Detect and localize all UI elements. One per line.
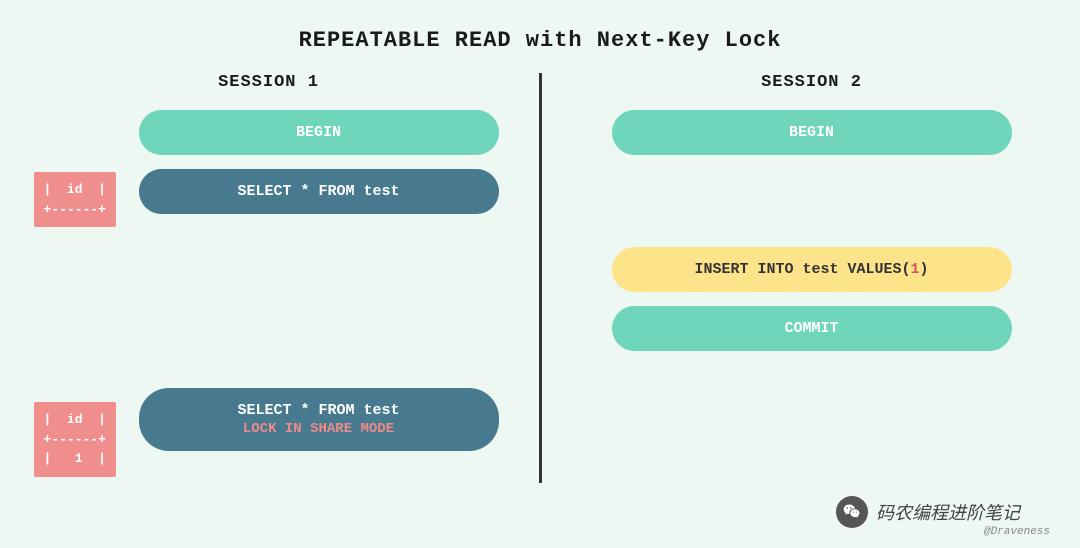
session1-select2-pill: SELECT * FROM test LOCK IN SHARE MODE — [139, 388, 499, 451]
insert-text-post: ) — [920, 261, 929, 278]
session2-begin-pill: BEGIN — [612, 110, 1012, 155]
session-2-column: SESSION 2 BEGIN INSERT INTO test VALUES(… — [562, 73, 1062, 483]
result-box-2: | id | +------+ | 1 | — [34, 402, 116, 477]
session1-select1-pill: SELECT * FROM test — [139, 169, 499, 214]
session-1-label: SESSION 1 — [19, 73, 519, 92]
session-2-label: SESSION 2 — [562, 73, 1062, 92]
session2-commit-pill: COMMIT — [612, 306, 1012, 351]
diagram-container: SESSION 1 | id | +------+ | id | +------… — [0, 73, 1080, 483]
session2-insert-pill: INSERT INTO test VALUES(1) — [612, 247, 1012, 292]
result-box-1: | id | +------+ — [34, 172, 116, 227]
wechat-icon — [836, 496, 868, 528]
select2-line2: LOCK IN SHARE MODE — [139, 421, 499, 437]
diagram-title: REPEATABLE READ with Next-Key Lock — [0, 0, 1080, 73]
insert-value: 1 — [911, 261, 920, 278]
credit-text: @Draveness — [984, 526, 1050, 538]
session-1-column: SESSION 1 | id | +------+ | id | +------… — [19, 73, 519, 483]
session1-begin-pill: BEGIN — [139, 110, 499, 155]
column-divider — [539, 73, 542, 483]
watermark-badge: 码农编程进阶笔记 — [836, 496, 1020, 528]
insert-text-pre: INSERT INTO test VALUES( — [694, 261, 910, 278]
select2-line1: SELECT * FROM test — [139, 402, 499, 419]
watermark-text: 码农编程进阶笔记 — [876, 499, 1020, 525]
